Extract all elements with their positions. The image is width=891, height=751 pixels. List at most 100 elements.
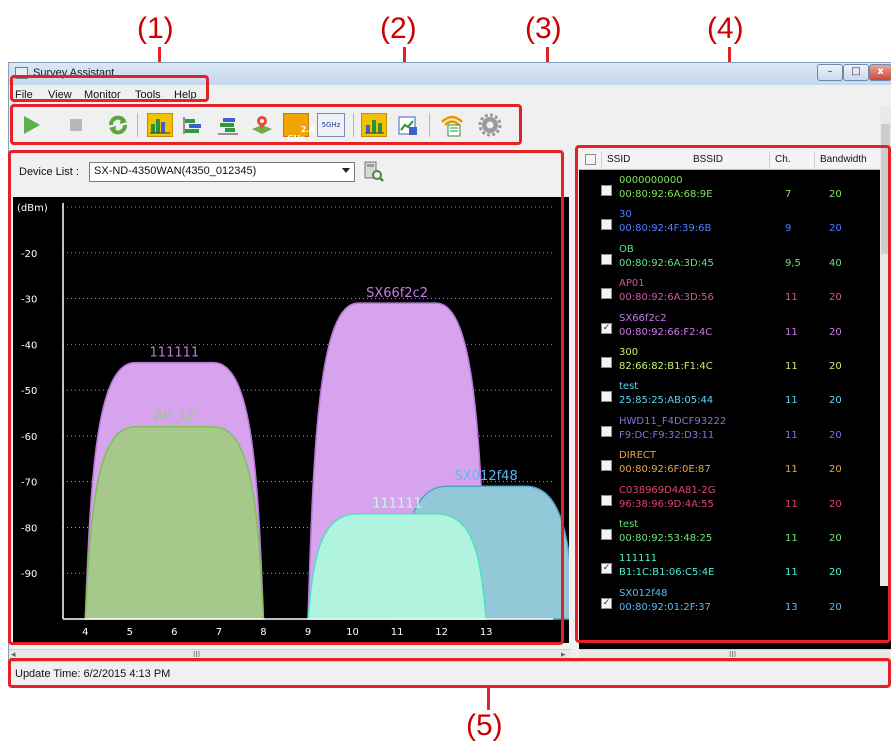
map-icon[interactable]	[249, 113, 275, 137]
row-checkbox[interactable]	[601, 494, 612, 506]
row-ssid: 300	[619, 347, 639, 358]
list-item[interactable]: test 25:85:25:AB:05:44 11 20	[579, 379, 879, 413]
title-bar[interactable]: Survey Assistant – □ x	[9, 63, 891, 85]
list-item[interactable]: DIRECT 00:80:92:6F:0E:87 11 20	[579, 448, 879, 482]
signal-chart-svg: -20 -30 -40 -50 -60 -70 -80 -90 (dBm) 111111 AP_12…	[17, 203, 577, 638]
stop-icon[interactable]	[63, 113, 89, 137]
y-tick-label: -30	[21, 295, 37, 306]
y-tick-label: -70	[21, 478, 37, 489]
band-5ghz-button[interactable]: 5GHz	[317, 113, 345, 137]
row-ch: 11	[785, 292, 798, 304]
time-graph-icon[interactable]	[215, 113, 241, 137]
row-ssid: DIRECT	[619, 450, 657, 462]
wifi-list-icon[interactable]	[439, 113, 465, 137]
gear-icon[interactable]	[477, 113, 503, 137]
menu-tools[interactable]: Tools	[135, 89, 161, 101]
column-bandwidth[interactable]: Bandwidth	[820, 154, 867, 165]
list-item[interactable]: ✓ SX012f48 00:80:92:01:2F:37 13 20	[579, 586, 879, 620]
column-ssid[interactable]: SSID	[607, 154, 630, 165]
list-item[interactable]: AP01 00:80:92:6A:3D:56 11 20	[579, 276, 879, 310]
row-bw: 20	[829, 429, 842, 441]
row-bw: 20	[829, 292, 842, 304]
list-item[interactable]: 30 00:80:92:4F:39:6B 9 20	[579, 207, 879, 241]
row-bw: 20	[829, 601, 842, 613]
row-ch: 7	[785, 189, 792, 200]
scroll-thumb[interactable]	[881, 124, 890, 254]
band-2-4ghz-button[interactable]: 2.4 GHz	[283, 113, 315, 143]
series-label: 111111	[372, 497, 422, 512]
band-5ghz-label: 5GHz	[321, 121, 341, 129]
row-checkbox[interactable]	[601, 288, 612, 300]
list-horizontal-scrollbar[interactable]: III	[579, 649, 891, 661]
row-checkbox[interactable]	[601, 391, 612, 403]
row-bssid: F9:DC:F9:32:D3:11	[619, 429, 715, 441]
chevron-down-icon	[342, 168, 350, 173]
status-bar: Update Time: 6/2/2015 4:13 PM	[9, 661, 891, 687]
play-icon[interactable]	[19, 113, 45, 137]
scroll-right-icon[interactable]: ▸	[561, 650, 566, 660]
device-search-icon[interactable]	[363, 159, 385, 183]
list-item[interactable]: 0000000000 00:80:92:6A:68:9E 7 20	[579, 173, 879, 207]
minimize-button[interactable]: –	[817, 64, 843, 81]
row-checkbox[interactable]	[601, 253, 612, 265]
series-label: SX012f48	[455, 469, 518, 484]
row-checkbox[interactable]	[601, 185, 612, 196]
select-all-checkbox[interactable]	[585, 154, 596, 165]
list-item[interactable]: ✓ 111111 B1:1C:B1:06:C5:4E 11 20	[579, 551, 879, 585]
row-checkbox[interactable]	[601, 219, 612, 231]
list-vertical-scrollbar[interactable]	[880, 106, 891, 586]
list-item[interactable]: OB 00:80:92:6A:3D:45 9,5 40	[579, 242, 879, 276]
menu-view[interactable]: View	[48, 89, 72, 101]
x-tick-label: 5	[127, 627, 133, 638]
row-bssid: 00:80:92:01:2F:37	[619, 601, 711, 613]
menu-file[interactable]: File	[15, 89, 33, 101]
row-bw: 20	[829, 567, 842, 579]
menu-monitor[interactable]: Monitor	[84, 89, 121, 101]
row-bssid: 00:80:92:6A:3D:56	[619, 292, 714, 304]
row-checkbox[interactable]	[601, 529, 612, 540]
callout-2: (2)	[380, 12, 417, 45]
x-tick-label: 6	[171, 627, 177, 638]
maximize-button[interactable]: □	[843, 64, 869, 81]
row-bssid: 00:80:92:66:F2:4C	[619, 326, 713, 338]
list-item[interactable]: ✓ SX66f2c2 00:80:92:66:F2:4C 11 20	[579, 311, 879, 345]
row-checkbox[interactable]	[601, 425, 612, 437]
list-item[interactable]: test 00:80:92:53:48:25 11 20	[579, 517, 879, 551]
row-checkbox[interactable]	[601, 460, 612, 472]
x-tick-label: 7	[216, 627, 222, 638]
y-axis-label: (dBm)	[17, 203, 48, 214]
row-checkbox[interactable]: ✓	[601, 322, 612, 334]
close-button[interactable]: x	[869, 64, 891, 81]
row-checkbox[interactable]	[601, 357, 612, 368]
toolbar-separator	[137, 113, 138, 137]
scroll-grip: III	[193, 650, 201, 659]
callout-5-line	[487, 686, 490, 710]
menu-help[interactable]: Help	[174, 89, 197, 101]
device-list-select[interactable]: SX-ND-4350WAN(4350_012345)	[89, 162, 355, 182]
row-ch: 11	[785, 395, 798, 407]
list-item[interactable]: C038969D4A81-2G 96:38:96:9D:4A:55 11 20	[579, 483, 879, 517]
graph-horizontal-scrollbar[interactable]: ◂ III ▸	[9, 649, 571, 661]
channel-graph-icon[interactable]	[147, 113, 173, 137]
row-checkbox[interactable]: ✓	[601, 597, 612, 609]
row-ch: 11	[785, 533, 798, 544]
row-ssid: 30	[619, 209, 632, 221]
device-list-value: SX-ND-4350WAN(4350_012345)	[94, 165, 257, 177]
column-bssid[interactable]: BSSID	[693, 154, 723, 165]
row-bssid: 00:80:92:4F:39:6B	[619, 223, 712, 235]
row-bw: 20	[829, 464, 842, 476]
toolbar-separator	[353, 113, 354, 137]
refresh-icon[interactable]	[105, 113, 131, 137]
channel-graph-alt-icon[interactable]	[181, 113, 207, 137]
bar-graph-icon[interactable]	[361, 113, 387, 137]
report-icon[interactable]	[395, 113, 421, 137]
column-channel[interactable]: Ch.	[775, 154, 791, 165]
row-checkbox[interactable]: ✓	[601, 563, 612, 575]
list-item[interactable]: HWD11_F4DCF93222 F9:DC:F9:32:D3:11 11 20	[579, 414, 879, 448]
callout-3: (3)	[525, 12, 562, 45]
menu-bar: File View Monitor Tools Help	[9, 87, 891, 103]
row-bw: 20	[829, 395, 842, 407]
scroll-left-icon[interactable]: ◂	[11, 650, 16, 660]
series-label: AP_12	[154, 410, 194, 425]
list-item[interactable]: 300 82:66:82:B1:F1:4C 11 20	[579, 345, 879, 379]
